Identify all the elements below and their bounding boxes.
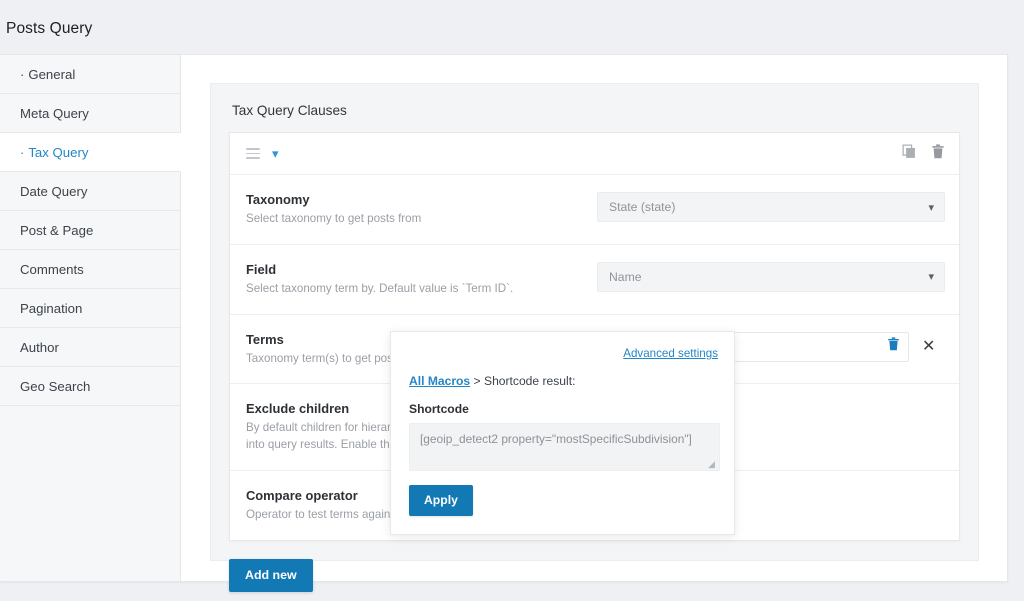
sidebar-item-label: Geo Search [20,378,91,394]
sidebar-item-label: Date Query [20,183,88,199]
sidebar-item-author[interactable]: Author [0,328,180,367]
field-description: Select taxonomy to get posts from [246,212,422,225]
sidebar-item-label: Author [20,339,59,355]
sidebar-item-label: General [28,66,76,82]
chevron-down-icon: ▾ [928,271,934,284]
add-new-button[interactable]: Add new [229,558,313,592]
chevron-down-icon: ▾ [928,201,934,214]
all-macros-link[interactable]: All Macros [409,374,470,388]
macro-popover: Advanced settings All Macros > Shortcode… [390,331,735,535]
field-select-value: Name [609,269,642,284]
copy-icon[interactable] [902,144,917,164]
clause-card-header: ▾ [230,133,959,175]
breadcrumb-separator: > [473,374,481,388]
sidebar-item-pagination[interactable]: Pagination [0,289,180,328]
sidebar-item-comments[interactable]: Comments [0,250,180,289]
sidebar-item-tax-query[interactable]: · Tax Query [0,133,181,172]
sidebar-item-bullet: · [20,66,25,82]
resize-grip-icon[interactable]: ◢ [708,460,717,469]
field-row-text: Taxonomy Select taxonomy to get posts fro… [246,191,597,228]
popover-breadcrumb: All Macros > Shortcode result: [409,374,718,388]
field-row-control: Name ▾ [597,261,945,292]
trash-icon[interactable] [931,143,945,164]
field-select[interactable]: Name ▾ [597,261,945,292]
field-row-field: Field Select taxonomy term by. Default va… [230,245,959,315]
panel-title: Tax Query Clauses [232,103,347,118]
sidebar-item-label: Post & Page [20,222,94,238]
field-label: Field [246,261,277,277]
shortcode-value: [geoip_detect2 property="mostSpecificSub… [420,432,692,446]
field-row-text: Field Select taxonomy term by. Default va… [246,261,597,298]
main-container: · General Meta Query · Tax Query Date Query Po… [0,54,1008,592]
shortcode-label: Shortcode [409,402,469,416]
field-row-taxonomy: Taxonomy Select taxonomy to get posts fro… [230,175,959,245]
drag-handle-icon[interactable] [246,148,260,159]
taxonomy-select[interactable]: State (state) ▾ [597,192,945,222]
sidebar-item-geo-search[interactable]: Geo Search [0,367,180,406]
remove-macro-icon[interactable] [887,337,900,356]
shortcode-textarea[interactable]: [geoip_detect2 property="mostSpecificSub… [409,423,720,471]
advanced-settings-row: Advanced settings [409,344,718,362]
sidebar-item-post-page[interactable]: Post & Page [0,211,180,250]
sidebar-item-meta-query[interactable]: Meta Query [0,94,180,133]
sidebar-item-label: Meta Query [20,105,89,121]
field-label: Taxonomy [246,192,310,207]
field-row-control: State (state) ▾ [597,191,945,222]
page-title: Posts Query [6,20,93,37]
advanced-settings-link[interactable]: Advanced settings [623,347,718,360]
sidebar-item-general[interactable]: · General [0,55,180,94]
breadcrumb-current: Shortcode result: [484,374,576,388]
sidebar-item-bullet: · [20,144,25,160]
sidebar-item-label: Tax Query [28,144,89,160]
close-icon[interactable]: ✕ [922,338,935,355]
sidebar: · General Meta Query · Tax Query Date Query Po… [0,55,181,581]
sidebar-item-label: Comments [20,261,84,277]
field-description: Select taxonomy term by. Default value i… [246,281,514,295]
sidebar-item-date-query[interactable]: Date Query [0,172,180,211]
chevron-down-icon[interactable]: ▾ [272,147,279,160]
app-window: Posts Query · General Meta Query · Tax Query… [0,0,1024,601]
apply-button[interactable]: Apply [409,485,473,516]
sidebar-item-label: Pagination [20,300,83,316]
taxonomy-select-value: State (state) [609,200,676,214]
